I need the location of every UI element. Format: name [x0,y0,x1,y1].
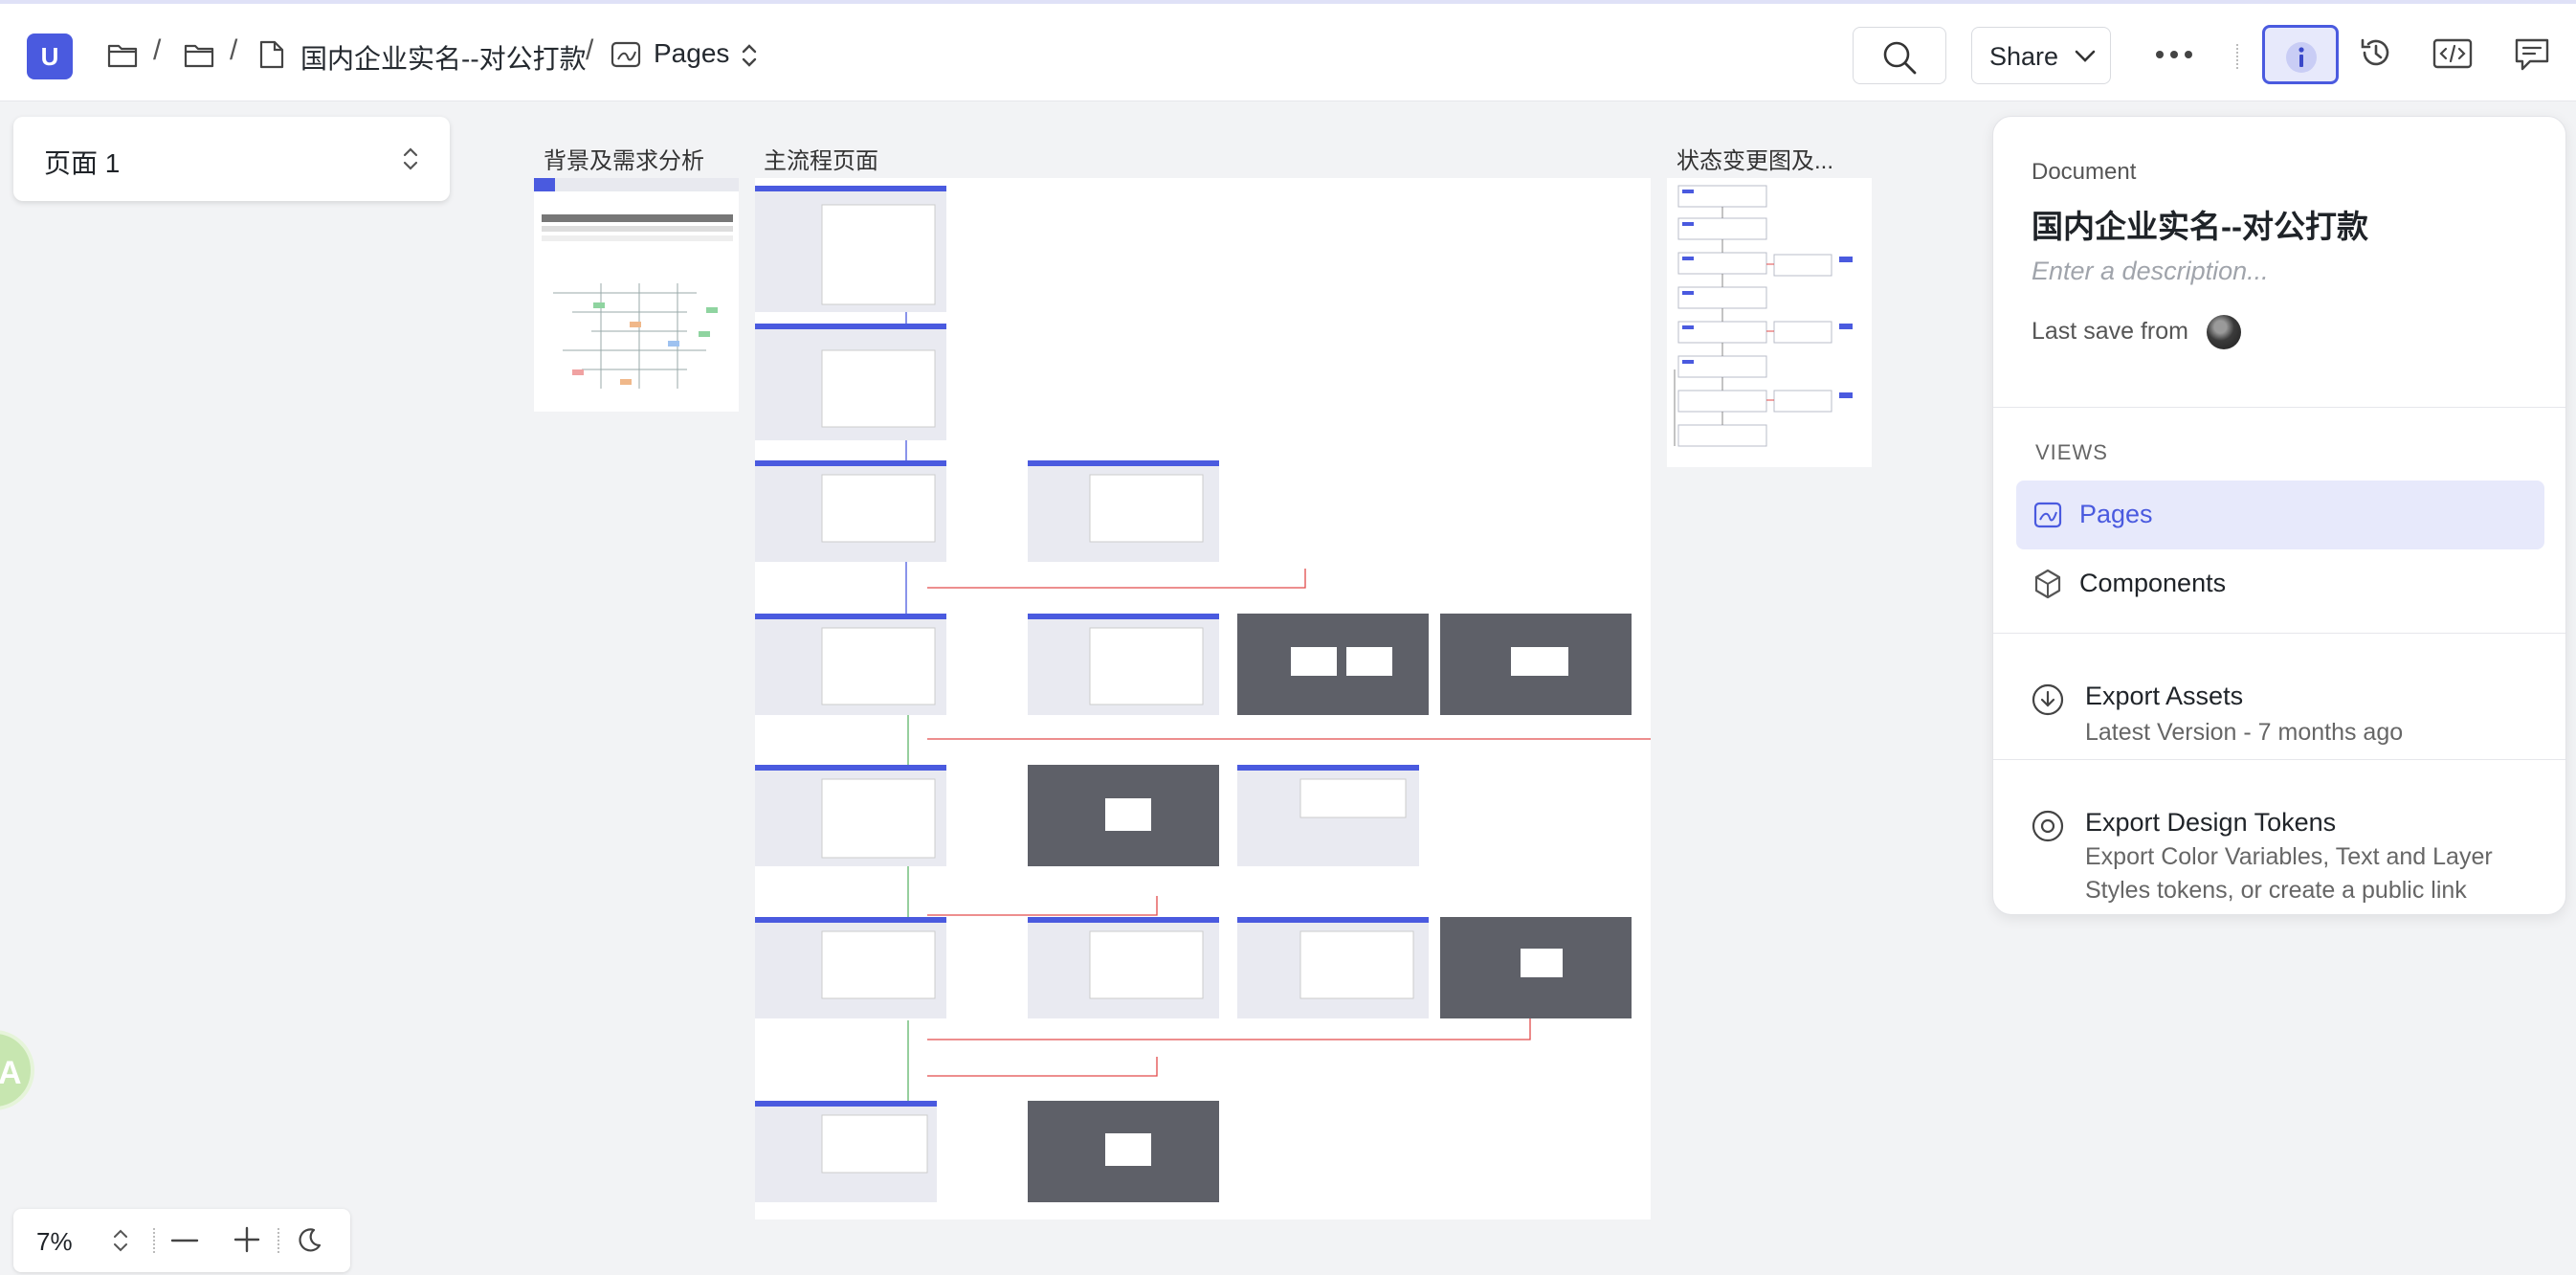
export-tokens-title: Export Design Tokens [2085,808,2337,837]
zoom-level[interactable]: 7% [36,1227,73,1257]
last-save-label: Last save from [2032,318,2188,345]
frame-title[interactable]: 背景及需求分析 [544,142,704,175]
search-icon [1883,41,1917,75]
pages-icon [2033,502,2062,528]
frame-thumbnail-state[interactable] [1667,178,1872,467]
moon-icon[interactable] [295,1226,323,1255]
frame-title[interactable]: 主流程页面 [764,142,878,175]
breadcrumb-separator: / [230,34,238,66]
frame-thumbnail-main-flow[interactable] [755,178,1665,1219]
download-icon [2032,683,2064,716]
export-tokens-subtitle: Export Color Variables, Text and Layer S… [2085,843,2493,904]
components-icon [2034,569,2061,599]
frame-title[interactable]: 状态变更图及... [1677,142,1833,175]
zoom-in-icon[interactable] [233,1226,260,1253]
folder-icon[interactable] [184,40,214,69]
document-title[interactable]: 国内企业实名--对公打款 [2032,201,2368,247]
history-icon[interactable] [2358,34,2394,71]
share-button[interactable]: Share [1971,27,2111,84]
view-item-pages[interactable]: Pages [2016,481,2544,549]
more-icon[interactable] [2155,50,2193,59]
top-bar: U / / 国内企业实名--对公打款 / Pages Share [0,0,2576,101]
views-heading: VIEWS [2035,440,2108,464]
chevron-updown-icon[interactable] [113,1228,128,1253]
breadcrumb-document[interactable]: 国内企业实名--对公打款 [300,38,587,77]
document-info-panel: Document 国内企业实名--对公打款 Enter a descriptio… [1992,116,2566,915]
export-assets-item[interactable]: Export Assets Latest Version - 7 months … [1993,653,2565,768]
toolbar-divider [2236,44,2240,69]
breadcrumb-separator: / [153,34,162,66]
zoom-out-icon[interactable] [170,1230,199,1251]
view-item-label: Components [2079,569,2227,597]
divider [153,1228,155,1253]
frame-thumbnail-analysis[interactable] [534,178,739,412]
app-logo[interactable]: U [27,34,73,79]
description-input[interactable]: Enter a description... [2032,257,2269,286]
code-icon[interactable] [2432,36,2473,69]
current-page-label: 页面 1 [44,148,121,178]
view-item-components[interactable]: Components [2016,549,2544,618]
info-icon [2286,42,2317,73]
frame-preview [534,178,739,389]
breadcrumb-separator: / [586,34,594,66]
divider [1993,633,2565,634]
comment-icon[interactable] [2513,36,2551,73]
chevron-updown-icon[interactable] [741,42,758,69]
export-design-tokens-item[interactable]: Export Design Tokens Export Color Variab… [1993,777,2565,911]
pages-icon [611,41,641,68]
zoom-controls: 7% [13,1209,350,1272]
frame-preview [1674,185,1853,447]
export-assets-title: Export Assets [2085,682,2244,710]
breadcrumb-pages[interactable]: Pages [654,38,729,69]
divider [278,1228,279,1253]
frame-preview [755,186,1665,1202]
view-item-label: Pages [2079,500,2153,528]
panel-section-label: Document [2032,159,2137,185]
search-button[interactable] [1853,27,1946,84]
share-label: Share [1989,42,2059,71]
divider [1993,759,2565,760]
tokens-icon [2032,810,2064,842]
page-selector[interactable]: 页面 1 [13,117,450,201]
avatar[interactable] [2207,315,2241,349]
chevron-down-icon [2075,50,2096,62]
export-assets-subtitle: Latest Version - 7 months ago [2085,719,2404,746]
page-icon [259,40,284,69]
collaborator-avatar[interactable]: A [0,1030,34,1110]
chevron-updown-icon [403,147,418,170]
info-button[interactable] [2262,25,2339,84]
folder-icon[interactable] [107,40,138,69]
divider [1993,407,2565,408]
